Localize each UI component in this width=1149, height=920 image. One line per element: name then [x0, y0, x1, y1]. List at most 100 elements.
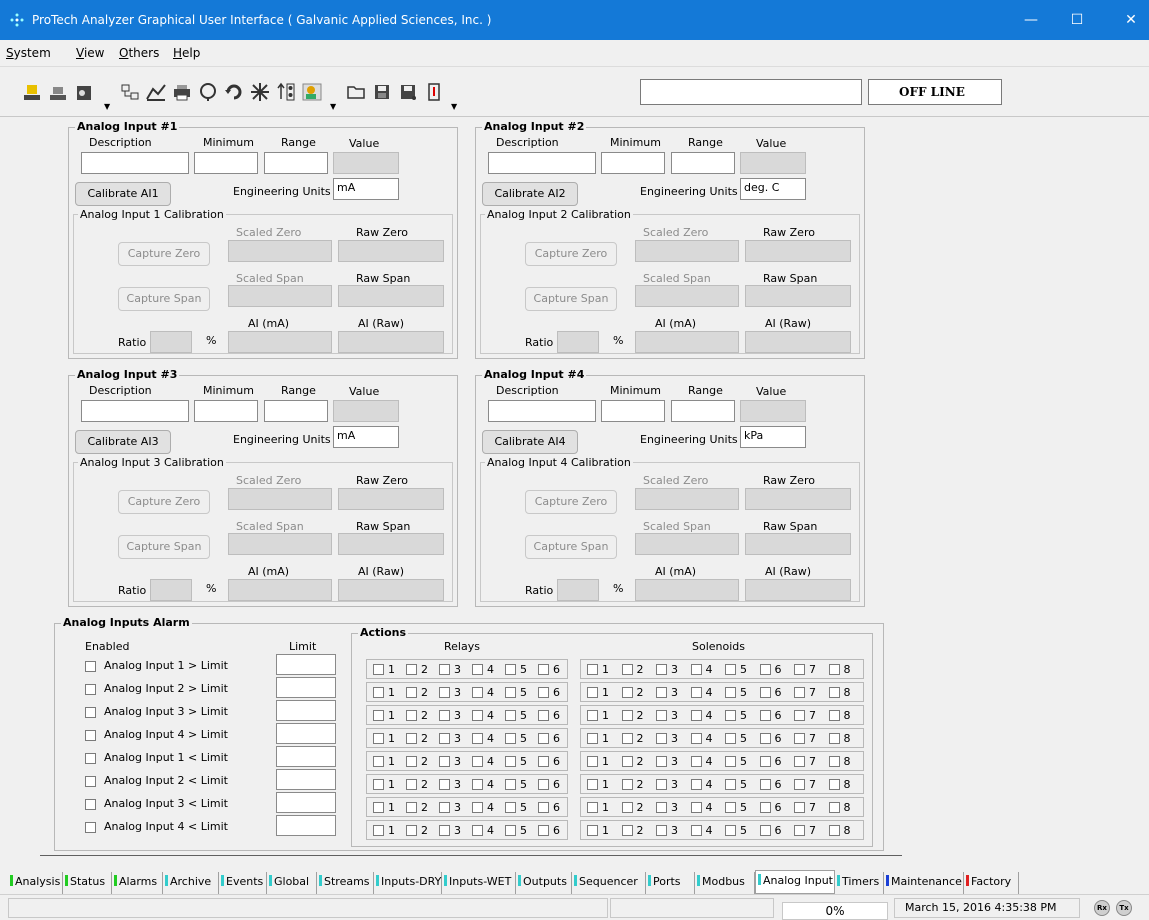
solenoid-checkbox[interactable] — [725, 779, 736, 790]
solenoid-checkbox[interactable] — [587, 779, 598, 790]
solenoid-checkbox[interactable] — [690, 664, 702, 675]
relay-checkbox[interactable] — [505, 825, 516, 836]
save-icon[interactable] — [370, 80, 394, 104]
solenoid-checkbox[interactable] — [725, 664, 736, 675]
tab-ports[interactable]: Ports — [646, 872, 695, 894]
solenoid-checkbox[interactable] — [828, 710, 840, 721]
gauge-icon[interactable] — [196, 80, 220, 104]
alarm-limit-input[interactable] — [276, 746, 336, 767]
engineering-units-input[interactable]: kPa — [740, 426, 806, 448]
solenoid-checkbox[interactable] — [690, 825, 702, 836]
alarm-enable-checkbox[interactable] — [85, 707, 96, 718]
minimum-input[interactable] — [194, 400, 258, 422]
solenoid-checkbox[interactable] — [794, 733, 805, 744]
relay-checkbox[interactable] — [439, 779, 450, 790]
tab-sequencer[interactable]: Sequencer — [572, 872, 646, 894]
tab-archive[interactable]: Archive — [163, 872, 219, 894]
user-icon[interactable] — [300, 80, 324, 104]
solenoid-checkbox[interactable] — [621, 779, 633, 790]
solenoid-checkbox[interactable] — [794, 779, 805, 790]
chart-icon[interactable] — [144, 80, 168, 104]
solenoid-checkbox[interactable] — [621, 825, 633, 836]
network-icon[interactable] — [118, 80, 142, 104]
relay-checkbox[interactable] — [538, 825, 549, 836]
tab-factory[interactable]: Factory — [964, 872, 1019, 894]
relay-checkbox[interactable] — [505, 779, 516, 790]
relay-checkbox[interactable] — [472, 825, 483, 836]
solenoid-checkbox[interactable] — [621, 664, 633, 675]
relay-checkbox[interactable] — [439, 687, 450, 698]
relay-checkbox[interactable] — [538, 779, 549, 790]
solenoid-checkbox[interactable] — [656, 802, 667, 813]
relay-checkbox[interactable] — [406, 756, 417, 767]
solenoid-checkbox[interactable] — [587, 710, 598, 721]
relay-checkbox[interactable] — [505, 687, 516, 698]
solenoid-checkbox[interactable] — [690, 802, 702, 813]
relay-checkbox[interactable] — [439, 710, 450, 721]
open-folder-icon[interactable] — [344, 80, 368, 104]
alarm-enable-checkbox[interactable] — [85, 684, 96, 695]
range-input[interactable] — [671, 400, 735, 422]
tab-events[interactable]: Events — [219, 872, 267, 894]
relay-checkbox[interactable] — [505, 664, 516, 675]
relay-checkbox[interactable] — [406, 710, 417, 721]
relay-checkbox[interactable] — [505, 802, 516, 813]
calibrate-button[interactable]: Calibrate AI4 — [482, 430, 578, 454]
minimum-input[interactable] — [194, 152, 258, 174]
relay-checkbox[interactable] — [472, 710, 483, 721]
tab-outputs[interactable]: Outputs — [516, 872, 572, 894]
solenoid-checkbox[interactable] — [794, 825, 805, 836]
solenoid-checkbox[interactable] — [794, 687, 805, 698]
alarm-enable-checkbox[interactable] — [85, 661, 96, 672]
alarm-limit-input[interactable] — [276, 700, 336, 721]
relay-checkbox[interactable] — [538, 756, 549, 767]
tab-alarms[interactable]: Alarms — [112, 872, 163, 894]
solenoid-checkbox[interactable] — [621, 756, 633, 767]
capture-zero-button[interactable]: Capture Zero — [118, 490, 210, 514]
menu-system[interactable]: System — [6, 46, 51, 60]
disconnect-icon[interactable] — [46, 80, 70, 104]
maximize-button[interactable]: ☐ — [1057, 8, 1097, 32]
solenoid-checkbox[interactable] — [656, 664, 667, 675]
tab-status[interactable]: Status — [63, 872, 112, 894]
solenoid-checkbox[interactable] — [828, 687, 840, 698]
solenoid-checkbox[interactable] — [794, 756, 805, 767]
alarm-limit-input[interactable] — [276, 723, 336, 744]
solenoid-checkbox[interactable] — [587, 664, 598, 675]
relay-checkbox[interactable] — [373, 802, 384, 813]
solenoid-checkbox[interactable] — [656, 756, 667, 767]
refresh-icon[interactable] — [222, 80, 246, 104]
relay-checkbox[interactable] — [505, 733, 516, 744]
solenoid-checkbox[interactable] — [759, 687, 771, 698]
calibrate-button[interactable]: Calibrate AI2 — [482, 182, 578, 206]
relay-checkbox[interactable] — [406, 733, 417, 744]
solenoid-checkbox[interactable] — [759, 664, 771, 675]
tab-timers[interactable]: Timers — [835, 872, 884, 894]
connect-icon[interactable] — [20, 80, 44, 104]
relay-checkbox[interactable] — [373, 710, 384, 721]
solenoid-checkbox[interactable] — [725, 825, 736, 836]
capture-zero-button[interactable]: Capture Zero — [525, 242, 617, 266]
solenoid-checkbox[interactable] — [759, 756, 771, 767]
relay-checkbox[interactable] — [439, 802, 450, 813]
description-input[interactable] — [81, 152, 189, 174]
relay-checkbox[interactable] — [538, 733, 549, 744]
solenoid-checkbox[interactable] — [759, 825, 771, 836]
relay-checkbox[interactable] — [472, 779, 483, 790]
solenoid-checkbox[interactable] — [621, 802, 633, 813]
solenoid-checkbox[interactable] — [690, 733, 702, 744]
solenoid-checkbox[interactable] — [690, 756, 702, 767]
solenoid-checkbox[interactable] — [656, 710, 667, 721]
relay-checkbox[interactable] — [406, 825, 417, 836]
relay-checkbox[interactable] — [373, 779, 384, 790]
engineering-units-input[interactable]: mA — [333, 178, 399, 200]
relay-checkbox[interactable] — [439, 825, 450, 836]
tab-global[interactable]: Global — [267, 872, 317, 894]
solenoid-checkbox[interactable] — [725, 710, 736, 721]
exit-icon[interactable] — [422, 80, 446, 104]
engineering-units-input[interactable]: mA — [333, 426, 399, 448]
tools-icon[interactable] — [248, 80, 272, 104]
solenoid-checkbox[interactable] — [656, 733, 667, 744]
alarm-limit-input[interactable] — [276, 769, 336, 790]
relay-checkbox[interactable] — [472, 802, 483, 813]
